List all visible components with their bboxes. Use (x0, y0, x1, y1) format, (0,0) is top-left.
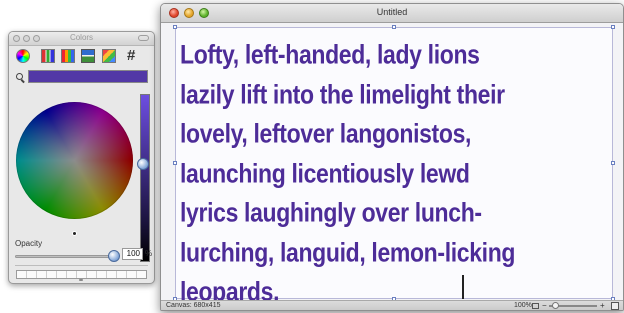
resize-handle[interactable] (392, 25, 396, 29)
empty-swatch[interactable] (27, 271, 37, 278)
opacity-slider-thumb[interactable] (108, 250, 120, 262)
color-palettes-icon[interactable] (61, 49, 75, 63)
zoom-level-label: 100% (514, 302, 532, 309)
document-window: Untitled Lofty, left-handed, lady lions … (160, 3, 624, 311)
empty-swatch[interactable] (67, 271, 77, 278)
canvas-size-label: Canvas: 680x415 (166, 302, 221, 309)
hash-icon[interactable]: # (127, 47, 135, 64)
current-color-swatch[interactable] (28, 70, 148, 83)
color-wheel-icon[interactable] (16, 49, 30, 63)
empty-swatch[interactable] (57, 271, 67, 278)
empty-swatch[interactable] (77, 271, 87, 278)
status-bar: Canvas: 680x415 100% − + (161, 300, 623, 310)
color-wheel-cursor[interactable] (72, 231, 77, 236)
opacity-percent-label: % (145, 249, 153, 258)
crayons-icon[interactable] (102, 49, 116, 63)
resize-handle[interactable] (173, 25, 177, 29)
opacity-slider[interactable] (15, 255, 119, 258)
text-content[interactable]: Lofty, left-handed, lady lions lazily li… (180, 35, 610, 310)
resize-grip[interactable] (79, 279, 83, 281)
empty-swatch[interactable] (117, 271, 127, 278)
fit-to-window-icon[interactable] (532, 303, 539, 309)
resize-handle[interactable] (611, 161, 615, 165)
empty-swatch[interactable] (107, 271, 117, 278)
image-palettes-icon[interactable] (81, 49, 95, 63)
text-caret (462, 275, 464, 299)
empty-swatch[interactable] (137, 271, 146, 278)
empty-swatch[interactable] (17, 271, 27, 278)
empty-swatch[interactable] (47, 271, 57, 278)
colors-panel-titlebar[interactable]: Colors (9, 32, 154, 46)
magnifier-icon[interactable] (16, 73, 23, 80)
window-title: Untitled (376, 7, 408, 17)
resize-handle[interactable] (611, 25, 615, 29)
empty-swatch[interactable] (97, 271, 107, 278)
zoom-slider-thumb[interactable] (552, 302, 559, 309)
color-swatch-row[interactable] (16, 270, 147, 279)
empty-swatch[interactable] (37, 271, 47, 278)
color-wheel-brightness-overlay (16, 102, 133, 219)
divider (15, 265, 148, 266)
colors-panel-title: Colors (69, 33, 94, 42)
empty-swatch[interactable] (87, 271, 97, 278)
opacity-label: Opacity (15, 239, 43, 248)
brightness-slider[interactable] (140, 94, 150, 262)
color-sliders-icon[interactable] (41, 49, 55, 63)
resize-handle[interactable] (173, 161, 177, 165)
document-titlebar[interactable]: Untitled (161, 4, 623, 23)
colors-panel: Colors # Opacity 100 % (8, 31, 155, 284)
colors-toolbar: # (9, 46, 154, 68)
zoom-out-icon[interactable]: − (542, 301, 547, 310)
opacity-value-field[interactable]: 100 (122, 248, 143, 260)
empty-swatch[interactable] (127, 271, 137, 278)
actual-size-icon[interactable] (611, 302, 619, 310)
brightness-slider-thumb[interactable] (137, 158, 149, 170)
toolbar-toggle-button[interactable] (138, 35, 149, 41)
zoom-in-icon[interactable]: + (600, 301, 605, 310)
